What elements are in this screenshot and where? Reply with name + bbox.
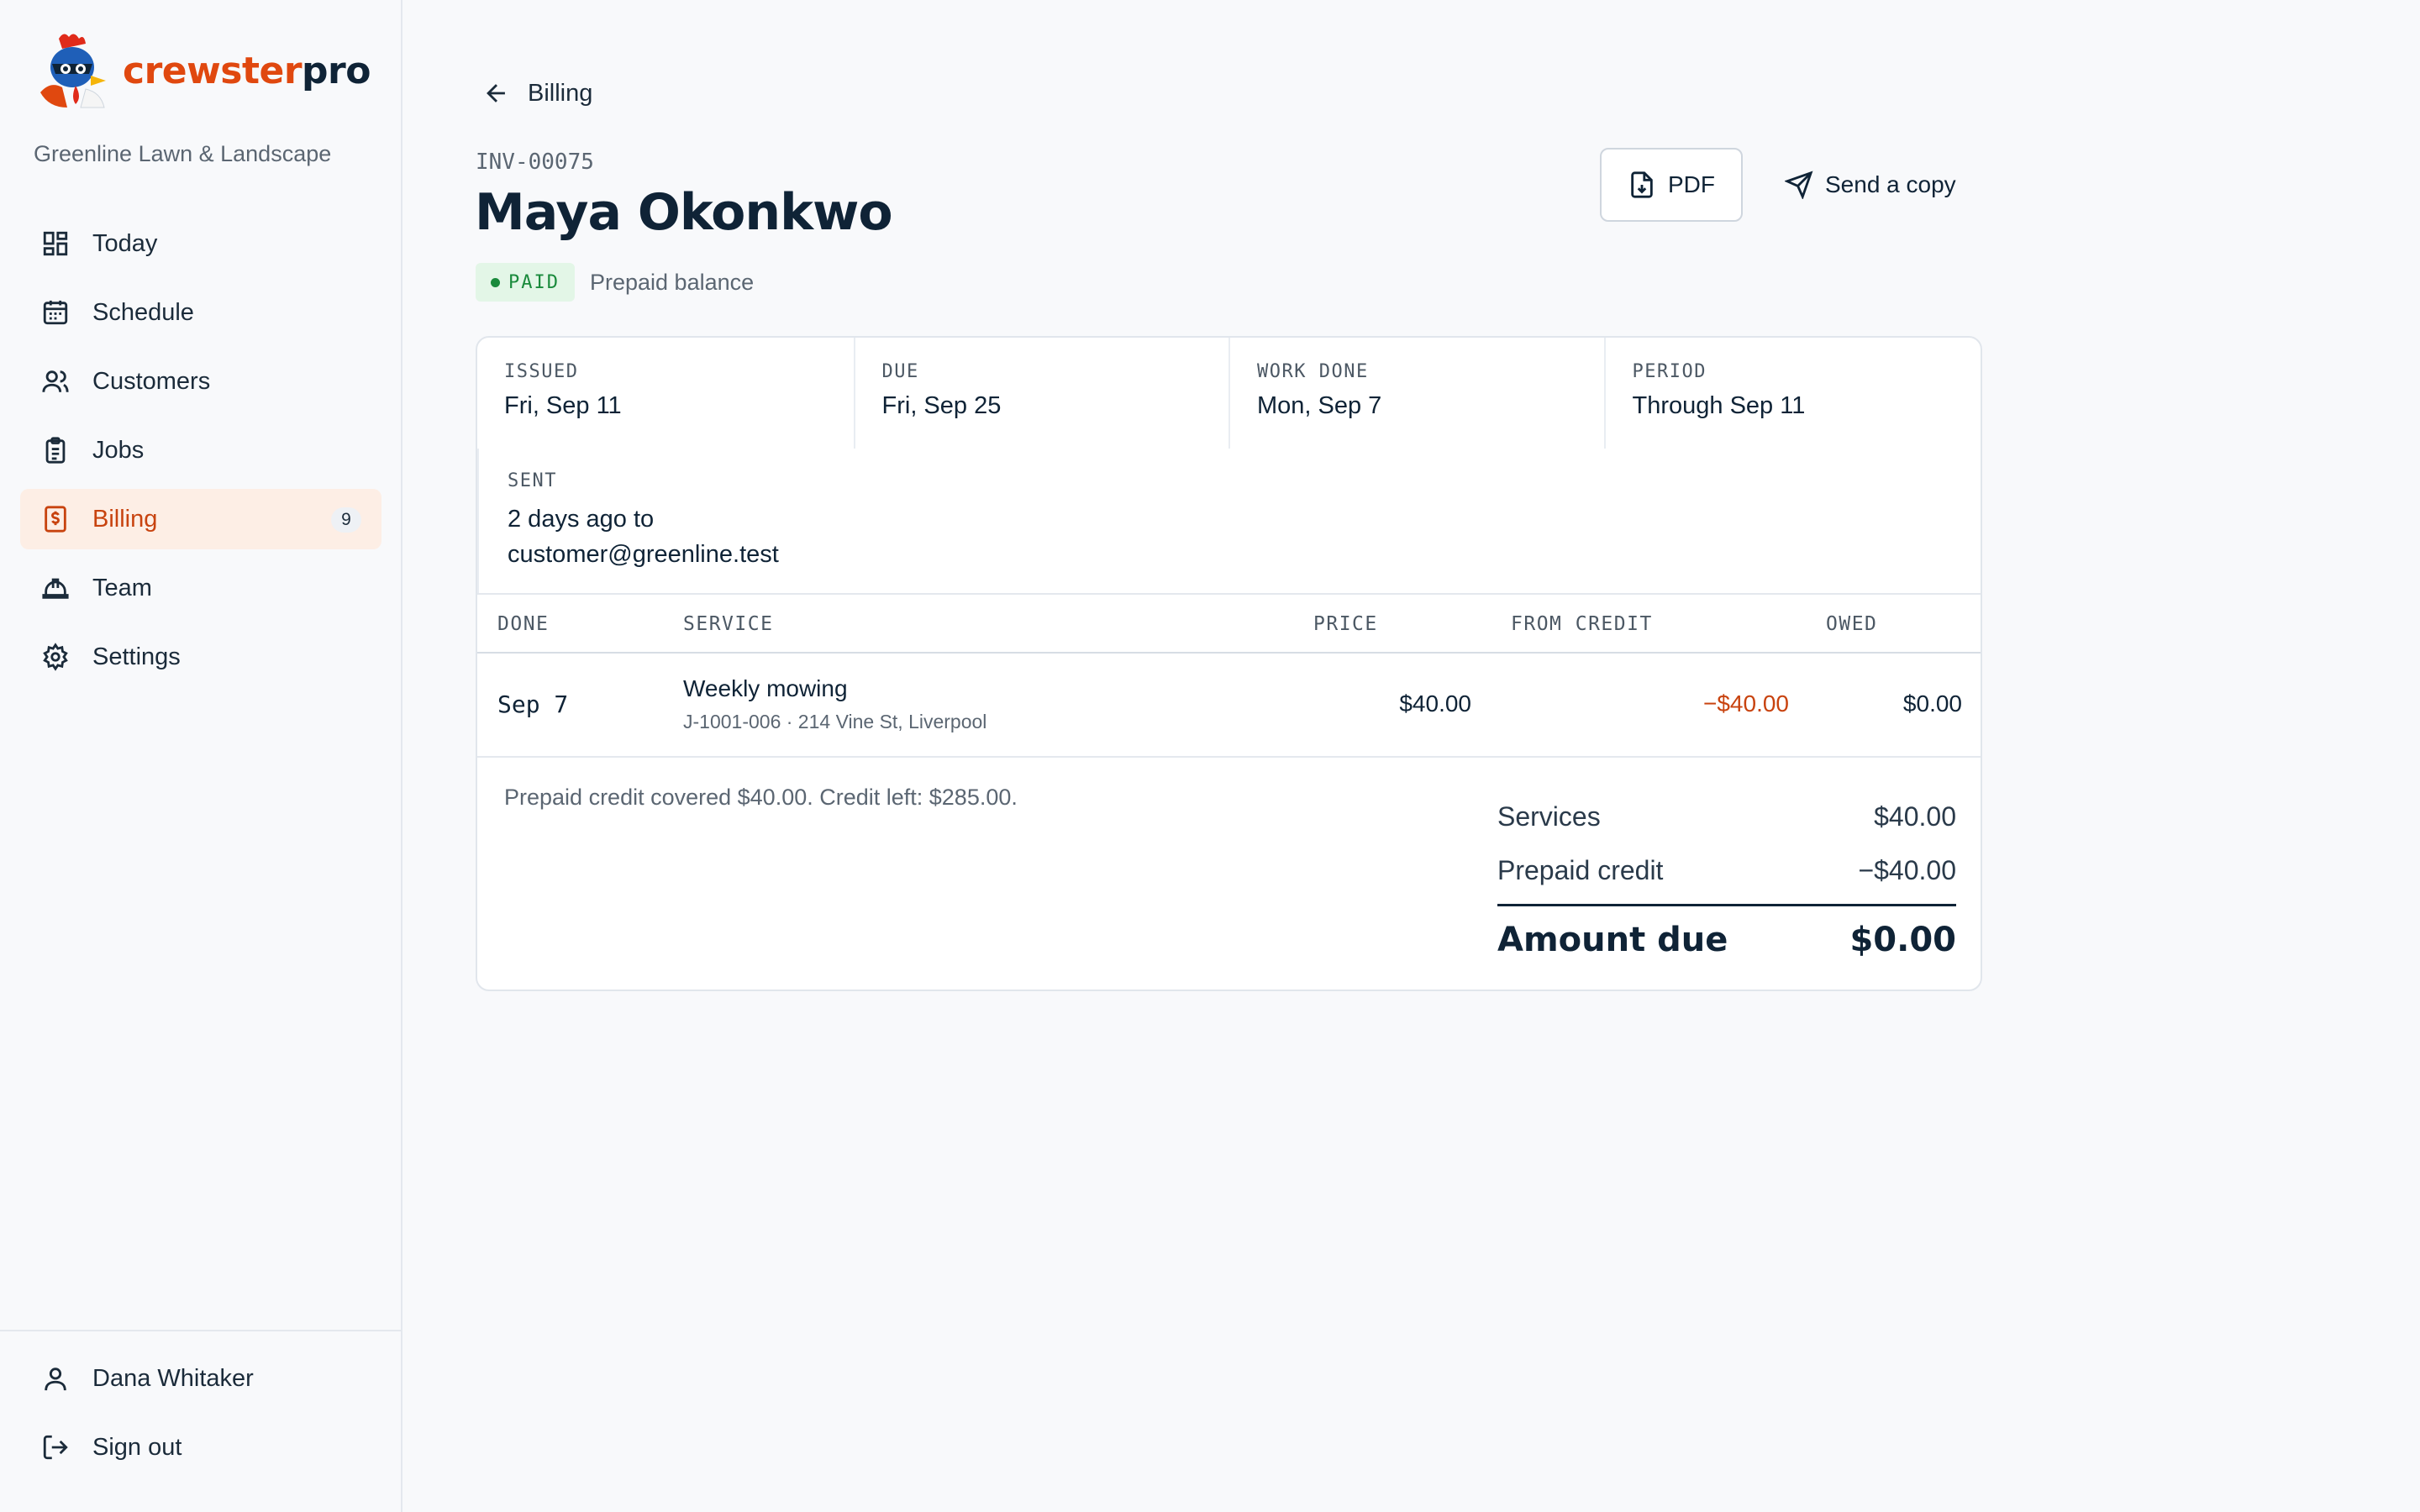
dashboard-icon [40, 228, 71, 259]
main-nav: Today Schedule Customers Jobs Billing 9 … [20, 213, 381, 696]
meta-due: DUE Fri, Sep 25 [855, 338, 1230, 449]
meta-period: PERIOD Through Sep 11 [1606, 338, 1981, 449]
line-done-date: Sep 7 [497, 690, 569, 718]
meta-label: PERIOD [1632, 361, 1707, 382]
line-price: $40.00 [1399, 690, 1471, 717]
meta-work-done: WORK DONE Mon, Sep 7 [1230, 338, 1606, 449]
sent-recipient: customer@greenline.test [508, 541, 779, 568]
column-header-owed: OWED [1826, 613, 1878, 635]
sidebar-item-schedule[interactable]: Schedule [20, 282, 381, 343]
sidebar-item-today[interactable]: Today [20, 213, 381, 274]
brand-logo[interactable]: crewsterpro [34, 30, 371, 111]
sidebar-item-team[interactable]: Team [20, 558, 381, 618]
line-from-credit: −$40.00 [1703, 690, 1789, 717]
sidebar-item-label: Team [92, 574, 152, 601]
sidebar-item-jobs[interactable]: Jobs [20, 420, 381, 480]
send-icon [1785, 171, 1813, 199]
invoice-icon [40, 504, 71, 534]
sidebar-item-label: Settings [92, 643, 181, 670]
totals-credit-value: −$40.00 [1858, 854, 1956, 885]
amount-due-value: $0.00 [1849, 921, 1956, 959]
line-owed: $0.00 [1902, 690, 1962, 717]
calendar-icon [40, 297, 71, 328]
table-row[interactable]: Sep 7 Weekly mowing J-1001-006 · 214 Vin… [477, 654, 1981, 758]
column-header-service: SERVICE [683, 613, 774, 635]
meta-label: ISSUED [504, 361, 579, 382]
column-header-done: DONE [497, 613, 550, 635]
pdf-button-label: PDF [1668, 171, 1715, 197]
totals-services-label: Services [1497, 801, 1601, 832]
meta-label: SENT [508, 470, 557, 491]
column-header-price: PRICE [1313, 613, 1378, 635]
credit-note: Prepaid credit covered $40.00. Credit le… [504, 785, 1018, 810]
amount-due-label: Amount due [1497, 921, 1728, 959]
meta-value: Mon, Sep 7 [1257, 392, 1382, 419]
sidebar-item-label: Customers [92, 367, 211, 395]
brand-wordmark: crewsterpro [123, 49, 371, 92]
sent-value: 2 days ago to customer@greenline.test [508, 501, 1981, 572]
sidebar-item-label: Today [92, 229, 158, 257]
meta-sent: SENT 2 days ago to customer@greenline.te… [477, 449, 1981, 593]
sidebar: crewsterpro Greenline Lawn & Landscape T… [0, 0, 402, 1512]
sign-out-label: Sign out [92, 1433, 182, 1461]
download-pdf-button[interactable]: PDF [1600, 148, 1743, 222]
status-badge: PAID [476, 263, 575, 302]
file-download-icon [1631, 171, 1653, 198]
sidebar-item-settings[interactable]: Settings [20, 627, 381, 687]
status-note: Prepaid balance [589, 269, 755, 295]
totals-amount-due: Amount due $0.00 [1497, 906, 1956, 974]
totals-services: Services $40.00 [1497, 790, 1956, 843]
totals-credit-label: Prepaid credit [1497, 854, 1664, 885]
sidebar-footer: Dana Whitaker Sign out [0, 1330, 402, 1486]
back-to-billing-link[interactable]: Billing [482, 79, 592, 108]
line-items-header: DONE SERVICE PRICE FROM CREDIT OWED [477, 593, 1981, 654]
totals-credit: Prepaid credit −$40.00 [1497, 843, 1956, 897]
user-profile-link[interactable]: Dana Whitaker [20, 1348, 381, 1409]
users-icon [40, 366, 71, 396]
column-header-from-credit: FROM CREDIT [1511, 613, 1653, 635]
meta-issued: ISSUED Fri, Sep 11 [477, 338, 855, 449]
meta-value: Through Sep 11 [1632, 392, 1806, 419]
back-label: Billing [528, 79, 593, 107]
page-title: Maya Okonkwo [475, 183, 893, 242]
meta-value: Fri, Sep 25 [881, 392, 1002, 419]
invoice-meta-row: ISSUED Fri, Sep 11 DUE Fri, Sep 25 WORK … [477, 338, 1981, 449]
sidebar-item-billing[interactable]: Billing 9 [20, 489, 381, 549]
meta-value: Fri, Sep 11 [504, 392, 622, 419]
line-service-detail: J-1001-006 · 214 Vine St, Liverpool [683, 711, 987, 732]
sidebar-item-customers[interactable]: Customers [20, 351, 381, 412]
send-button-label: Send a copy [1825, 171, 1956, 197]
sidebar-item-label: Billing [92, 505, 158, 533]
meta-label: WORK DONE [1257, 361, 1369, 382]
gear-icon [40, 642, 71, 672]
rooster-logo-icon [40, 34, 106, 108]
status-badge-label: PAID [508, 271, 560, 293]
arrow-left-icon [487, 84, 505, 102]
meta-label: DUE [881, 361, 919, 382]
totals-services-value: $40.00 [1874, 801, 1956, 832]
sign-out-button[interactable]: Sign out [20, 1417, 381, 1478]
company-name: Greenline Lawn & Landscape [34, 141, 332, 166]
clipboard-icon [40, 435, 71, 465]
invoice-totals: Services $40.00 Prepaid credit −$40.00 A… [1497, 790, 1956, 974]
billing-count-badge: 9 [331, 507, 361, 533]
send-copy-button[interactable]: Send a copy [1771, 148, 1970, 222]
line-service-name: Weekly mowing [683, 675, 848, 701]
status-dot-icon [491, 277, 500, 287]
invoice-card: ISSUED Fri, Sep 11 DUE Fri, Sep 25 WORK … [476, 336, 1982, 991]
invoice-status-row: PAID Prepaid balance [476, 263, 754, 302]
sidebar-item-label: Jobs [92, 436, 145, 464]
sign-out-icon [40, 1432, 71, 1462]
sent-when: 2 days ago to [508, 506, 655, 533]
sidebar-item-label: Schedule [92, 298, 194, 326]
invoice-number: INV-00075 [476, 150, 594, 175]
hard-hat-icon [40, 573, 71, 603]
user-name: Dana Whitaker [92, 1364, 254, 1392]
user-icon [40, 1363, 71, 1394]
